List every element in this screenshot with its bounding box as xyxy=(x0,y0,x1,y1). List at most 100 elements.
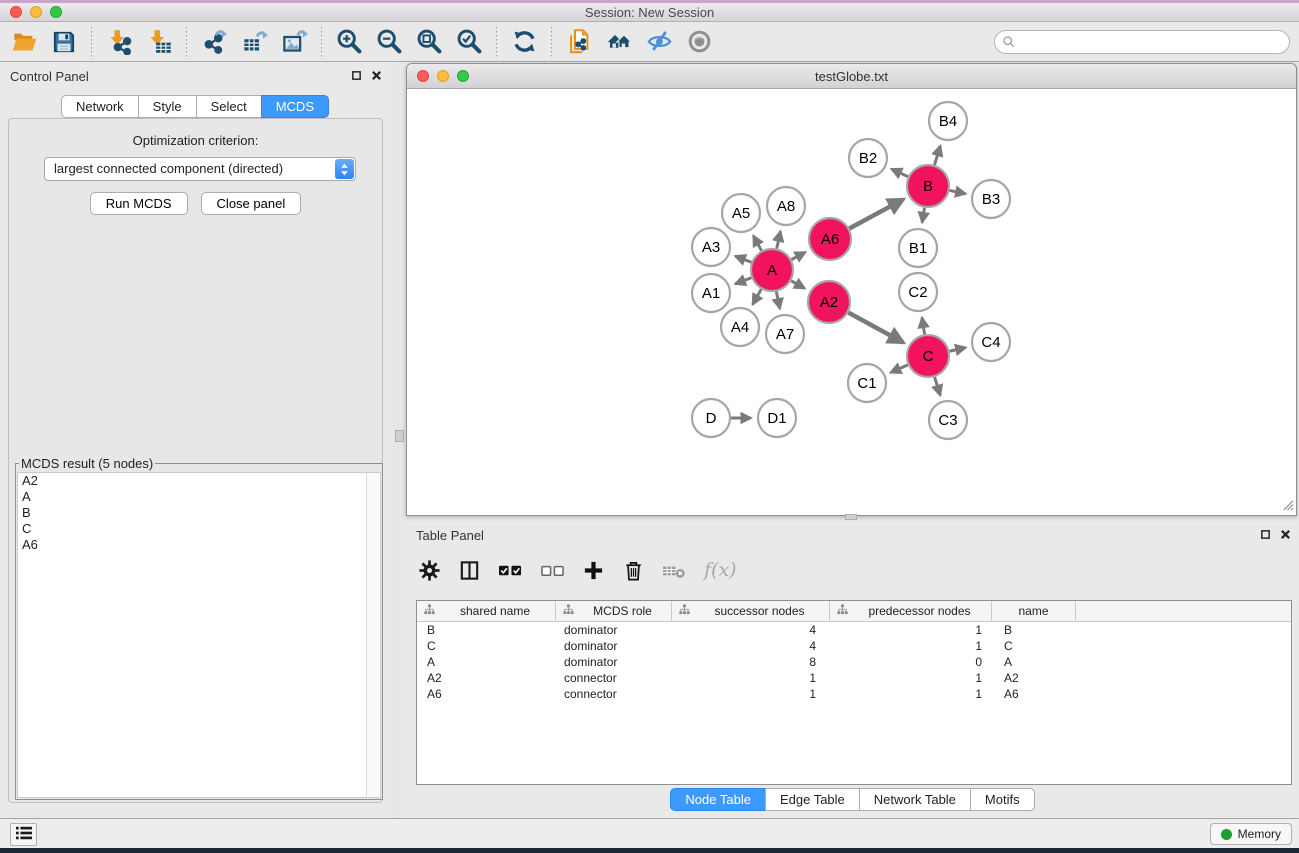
network-from-document-button[interactable] xyxy=(561,25,597,59)
table-cell[interactable]: 1 xyxy=(672,671,830,685)
import-table-button[interactable] xyxy=(141,25,177,59)
node-B1[interactable]: B1 xyxy=(899,229,937,267)
edge-A-A3[interactable] xyxy=(735,256,751,262)
table-cell[interactable]: A6 xyxy=(992,687,1076,701)
node-C1[interactable]: C1 xyxy=(848,364,886,402)
task-history-button[interactable] xyxy=(10,823,37,846)
table-tab-edge-table[interactable]: Edge Table xyxy=(765,788,860,811)
table-tab-node-table[interactable]: Node Table xyxy=(670,788,766,811)
table-cell[interactable]: 1 xyxy=(830,687,992,701)
edge-C-C3[interactable] xyxy=(935,377,941,395)
table-cell[interactable]: 1 xyxy=(830,639,992,653)
select-all-rows-button[interactable] xyxy=(498,559,523,582)
node-A4[interactable]: A4 xyxy=(721,308,759,346)
table-row[interactable]: Bdominator41B xyxy=(417,622,1291,638)
export-network-button[interactable] xyxy=(196,25,232,59)
edge-A-A1[interactable] xyxy=(735,278,751,284)
node-B4[interactable]: B4 xyxy=(929,102,967,140)
mcds-result-item[interactable]: C xyxy=(18,521,366,537)
node-C2[interactable]: C2 xyxy=(899,273,937,311)
table-cell[interactable]: connector xyxy=(556,671,672,685)
column-header-successor-nodes[interactable]: successor nodes xyxy=(672,601,830,621)
table-cell[interactable]: A2 xyxy=(992,671,1076,685)
edge-A-A6[interactable] xyxy=(791,252,805,259)
edge-C-C1[interactable] xyxy=(891,365,908,373)
show-graphics-details-button[interactable] xyxy=(681,25,717,59)
add-column-button[interactable] xyxy=(582,559,605,582)
edge-A6-B[interactable] xyxy=(849,199,903,228)
deselect-all-rows-button[interactable] xyxy=(540,559,565,582)
table-cell[interactable]: C xyxy=(417,639,556,653)
table-cell[interactable]: 1 xyxy=(830,623,992,637)
table-cell[interactable]: B xyxy=(992,623,1076,637)
edge-B-B1[interactable] xyxy=(922,208,924,223)
mcds-result-item[interactable]: A6 xyxy=(18,537,366,553)
mcds-result-item[interactable]: B xyxy=(18,505,366,521)
table-cell[interactable]: dominator xyxy=(556,655,672,669)
table-cell[interactable]: C xyxy=(992,639,1076,653)
table-cell[interactable]: A2 xyxy=(417,671,556,685)
refresh-button[interactable] xyxy=(506,25,542,59)
export-image-button[interactable] xyxy=(276,25,312,59)
edge-B-B2[interactable] xyxy=(892,169,909,177)
hide-graphics-details-button[interactable] xyxy=(641,25,677,59)
table-cell[interactable]: B xyxy=(417,623,556,637)
memory-button[interactable]: Memory xyxy=(1210,823,1292,845)
delete-column-button[interactable] xyxy=(622,559,645,582)
run-mcds-button[interactable]: Run MCDS xyxy=(90,192,188,215)
node-D[interactable]: D xyxy=(692,399,730,437)
node-B2[interactable]: B2 xyxy=(849,139,887,177)
table-cell[interactable]: A xyxy=(417,655,556,669)
edge-A-A4[interactable] xyxy=(753,289,762,304)
node-A8[interactable]: A8 xyxy=(767,187,805,225)
node-A[interactable]: A xyxy=(751,249,793,291)
optimization-criterion-dropdown[interactable]: largest connected component (directed) xyxy=(44,157,356,181)
node-A1[interactable]: A1 xyxy=(692,274,730,312)
tab-select[interactable]: Select xyxy=(196,95,262,118)
node-B[interactable]: B xyxy=(907,165,949,207)
mcds-result-item[interactable]: A xyxy=(18,489,366,505)
table-cell[interactable]: 1 xyxy=(830,671,992,685)
window-resize-grip[interactable] xyxy=(1281,498,1294,514)
edge-A-A5[interactable] xyxy=(753,236,761,251)
table-tab-motifs[interactable]: Motifs xyxy=(970,788,1035,811)
split-panel-button[interactable] xyxy=(458,559,481,582)
node-A3[interactable]: A3 xyxy=(692,228,730,266)
result-list-scrollbar[interactable] xyxy=(366,473,380,797)
float-panel-icon[interactable] xyxy=(351,69,362,84)
zoom-in-button[interactable] xyxy=(331,25,367,59)
zoom-fit-content-button[interactable] xyxy=(411,25,447,59)
table-row[interactable]: Adominator80A xyxy=(417,654,1291,670)
import-network-button[interactable] xyxy=(101,25,137,59)
table-row[interactable]: Cdominator41C xyxy=(417,638,1291,654)
table-row[interactable]: A6connector11A6 xyxy=(417,686,1291,702)
column-settings-button[interactable] xyxy=(418,559,441,582)
edge-C-C2[interactable] xyxy=(922,318,925,335)
float-table-panel-icon[interactable] xyxy=(1260,528,1271,543)
column-header-mcds-role[interactable]: MCDS role xyxy=(556,601,672,621)
node-C3[interactable]: C3 xyxy=(929,401,967,439)
column-header-predecessor-nodes[interactable]: predecessor nodes xyxy=(830,601,992,621)
tab-network[interactable]: Network xyxy=(61,95,139,118)
zoom-out-button[interactable] xyxy=(371,25,407,59)
table-cell[interactable]: A6 xyxy=(417,687,556,701)
tab-style[interactable]: Style xyxy=(138,95,197,118)
close-table-panel-icon[interactable] xyxy=(1280,528,1291,543)
table-cell[interactable]: 4 xyxy=(672,623,830,637)
node-A5[interactable]: A5 xyxy=(722,194,760,232)
search-input[interactable] xyxy=(994,30,1290,54)
session-open-button[interactable] xyxy=(6,25,42,59)
edge-B-B4[interactable] xyxy=(934,146,940,165)
table-cell[interactable]: 8 xyxy=(672,655,830,669)
tab-mcds[interactable]: MCDS xyxy=(261,95,329,118)
edge-A2-C[interactable] xyxy=(848,313,903,343)
table-cell[interactable]: A xyxy=(992,655,1076,669)
mcds-result-item[interactable]: A2 xyxy=(18,473,366,489)
edge-A-A2[interactable] xyxy=(791,281,804,289)
vertical-splitter-handle[interactable] xyxy=(395,430,404,442)
edge-A-A7[interactable] xyxy=(776,292,779,309)
export-table-button[interactable] xyxy=(236,25,272,59)
table-cell[interactable]: dominator xyxy=(556,623,672,637)
close-panel-button[interactable]: Close panel xyxy=(201,192,302,215)
table-cell[interactable]: connector xyxy=(556,687,672,701)
